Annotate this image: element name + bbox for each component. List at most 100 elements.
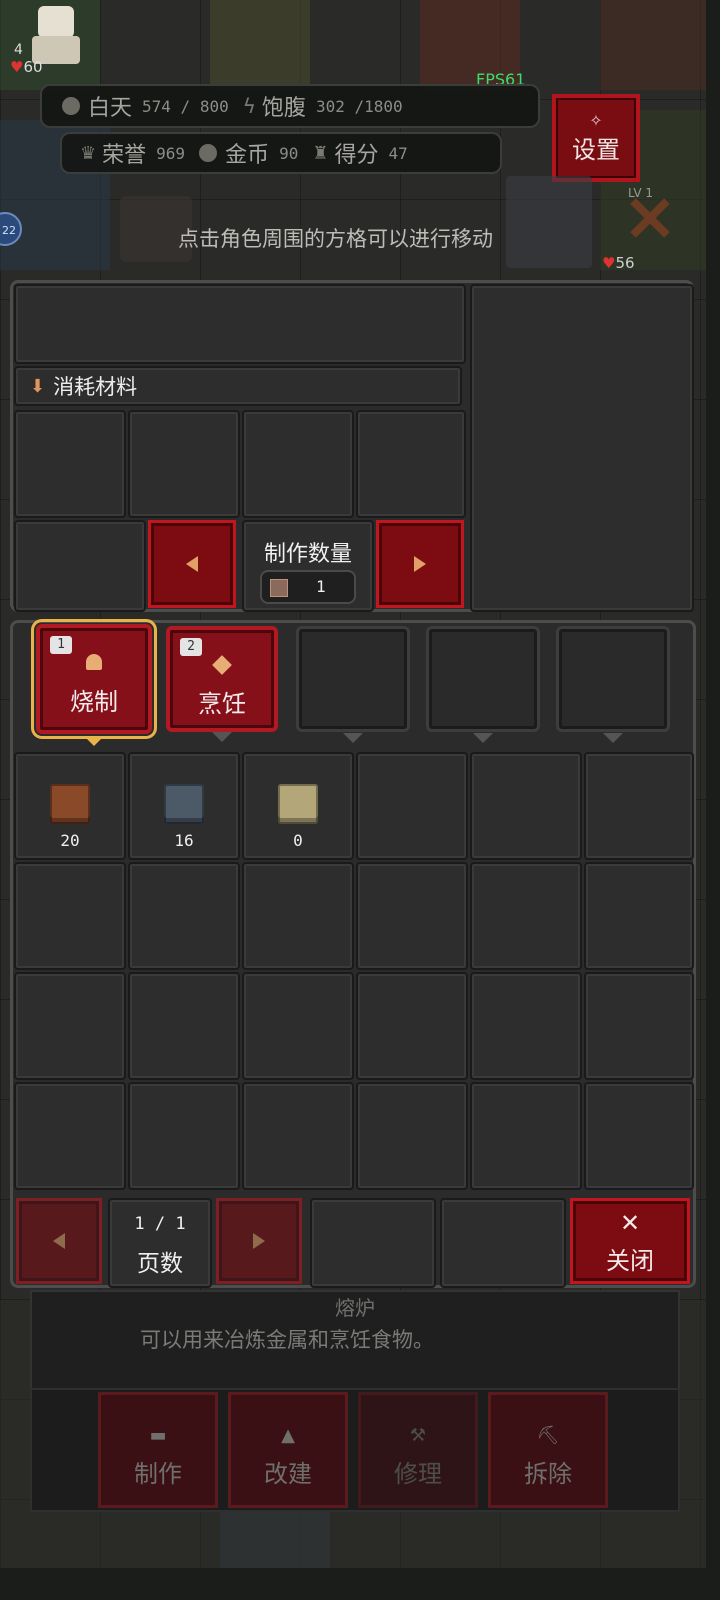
player-character[interactable]	[18, 2, 92, 64]
building-name: 熔炉	[335, 1296, 375, 1320]
item-preview-slot	[470, 284, 694, 612]
inventory-slot[interactable]	[128, 972, 240, 1080]
score-value: 47	[388, 143, 408, 163]
enemy-level: LV 1	[628, 186, 654, 200]
quantity-label: 制作数量	[263, 542, 352, 567]
inventory-slot[interactable]: 16	[128, 752, 240, 860]
upgrade-action-button[interactable]: ▲ 改建	[228, 1392, 348, 1508]
page-label: 页数	[137, 1251, 183, 1277]
player-hp: ♥60	[10, 58, 43, 76]
pointer-icon	[212, 732, 232, 742]
quantity-increase-button[interactable]	[376, 520, 464, 608]
settings-label: 设置	[572, 136, 620, 164]
brick-sand-icon	[278, 784, 318, 824]
material-slot[interactable]	[14, 410, 126, 518]
inventory-slot[interactable]	[14, 862, 126, 970]
wrench-icon: ✧	[589, 111, 603, 130]
enemy-hp: ♥56	[602, 254, 635, 272]
resource-bar: ♛ 荣誉 969 金币 90 ♜ 得分 47	[60, 132, 502, 174]
tab-empty[interactable]	[296, 626, 410, 743]
gold-label: 金币	[225, 143, 270, 168]
inventory-slot[interactable]	[356, 752, 468, 860]
heart-icon: ♥	[10, 58, 24, 76]
move-hint: 点击角色周围的方格可以进行移动	[178, 227, 493, 251]
empty-slot	[440, 1198, 566, 1288]
pointer-icon	[603, 733, 623, 743]
inventory-slot[interactable]	[356, 972, 468, 1080]
material-slot[interactable]	[14, 520, 146, 612]
inventory-slot[interactable]	[584, 752, 694, 860]
building-info-panel: 熔炉 可以用来冶炼金属和烹饪食物。	[30, 1290, 680, 1390]
material-slot[interactable]	[128, 410, 240, 518]
brick-red-icon	[50, 784, 90, 824]
tab-cook[interactable]: 2 烹饪	[166, 626, 278, 742]
tab-label: 烧制	[70, 688, 118, 716]
pointer-icon	[343, 733, 363, 743]
quantity-decrease-button[interactable]	[148, 520, 236, 608]
close-label: 关闭	[606, 1247, 654, 1275]
brick-gray-icon	[164, 784, 204, 824]
status-bar: 白天 574 / 800 ϟ 饱腹 302 /1800	[40, 84, 540, 128]
inventory-slot[interactable]	[128, 862, 240, 970]
inventory-slot[interactable]: 20	[14, 752, 126, 860]
sun-icon	[62, 97, 80, 115]
inventory-slot[interactable]: 0	[242, 752, 354, 860]
inventory-slot[interactable]	[128, 1082, 240, 1190]
inventory-slot[interactable]	[14, 972, 126, 1080]
shelf-sprite	[506, 176, 592, 268]
tab-empty[interactable]	[556, 626, 670, 743]
brick-tile	[600, 0, 706, 90]
quantity-value: 1	[316, 577, 326, 596]
tab-fire[interactable]: 1 烧制	[31, 619, 157, 746]
quantity-box: 制作数量 1	[242, 520, 374, 612]
inventory-slot[interactable]	[470, 862, 582, 970]
inventory-slot[interactable]	[242, 972, 354, 1080]
sand-tile	[210, 0, 310, 90]
quantity-field[interactable]: 1	[260, 570, 356, 604]
materials-label: 消耗材料	[53, 375, 138, 399]
inventory-slot[interactable]	[470, 972, 582, 1080]
page-prev-button[interactable]	[16, 1198, 102, 1284]
diamond-icon	[212, 655, 232, 675]
item-name-slot	[14, 284, 466, 364]
satiety-value: 302 /1800	[315, 96, 403, 116]
inventory-slot[interactable]	[14, 1082, 126, 1190]
hotkey-badge: 1	[50, 636, 72, 654]
demolish-action-button[interactable]: ⛏ 拆除	[488, 1392, 608, 1508]
inventory-slot[interactable]	[242, 1082, 354, 1190]
inventory-slot[interactable]	[356, 1082, 468, 1190]
day-label: 白天	[88, 96, 133, 121]
inventory-slot[interactable]	[584, 972, 694, 1080]
craft-action-button[interactable]: ▬ 制作	[98, 1392, 218, 1508]
close-button[interactable]: ✕ 关闭	[570, 1198, 690, 1284]
materials-header: ⬇ 消耗材料	[14, 366, 462, 406]
selected-pointer-icon	[84, 736, 104, 746]
arrow-down-icon: ⬇	[30, 375, 46, 397]
inventory-slot[interactable]	[584, 1082, 694, 1190]
hammer-icon: ⚒	[409, 1425, 427, 1446]
material-slot[interactable]	[356, 410, 466, 518]
item-count: 16	[174, 831, 194, 850]
arrow-left-icon	[186, 556, 198, 572]
tab-empty[interactable]	[426, 626, 540, 743]
page-next-button[interactable]	[216, 1198, 302, 1284]
demolish-action-label: 拆除	[524, 1460, 572, 1488]
repair-action-button[interactable]: ⚒ 修理	[358, 1392, 478, 1508]
heart-icon: ♥	[602, 254, 616, 272]
inventory-slot[interactable]	[356, 862, 468, 970]
trophy-icon: ♜	[312, 142, 329, 164]
inventory-slot[interactable]	[242, 862, 354, 970]
inventory-slot[interactable]	[584, 862, 694, 970]
day-value: 574 / 800	[142, 96, 229, 116]
settings-button[interactable]: ✧ 设置	[552, 94, 640, 182]
fire-icon	[86, 654, 102, 670]
arrow-up-icon: ▲	[281, 1425, 295, 1446]
pickaxe-icon: ⛏	[536, 1425, 560, 1446]
inventory-slot[interactable]	[470, 752, 582, 860]
lightning-icon: ϟ	[242, 94, 256, 118]
arrow-right-icon	[253, 1233, 265, 1249]
inventory-slot[interactable]	[470, 1082, 582, 1190]
hotkey-badge: 2	[180, 638, 202, 656]
material-slot[interactable]	[242, 410, 354, 518]
pointer-icon	[473, 733, 493, 743]
